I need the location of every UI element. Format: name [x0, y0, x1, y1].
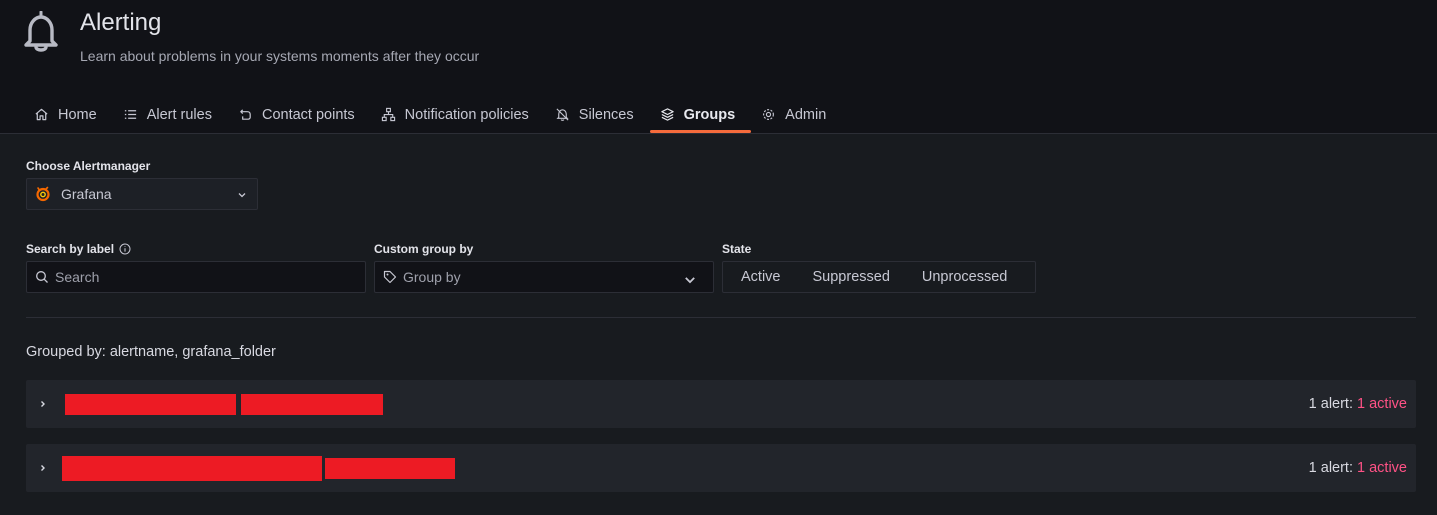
tab-label: Groups	[683, 106, 736, 123]
sitemap-icon	[381, 107, 395, 122]
bell-icon	[24, 11, 58, 52]
tab-silences[interactable]: Silences	[545, 96, 650, 133]
active-count: 1 active	[1357, 460, 1407, 476]
home-icon	[35, 108, 48, 121]
alertmanager-selected: Grafana	[61, 186, 112, 202]
list-icon	[124, 110, 136, 119]
group-by-placeholder: Group by	[403, 269, 461, 285]
info-circle-icon[interactable]	[119, 243, 131, 255]
redacted-label	[325, 458, 455, 479]
layer-group-icon	[660, 108, 674, 121]
alert-group-row[interactable]: 1 alert: 1 active	[26, 380, 1416, 428]
alert-count: 1 alert: 1 active	[1309, 396, 1407, 412]
group-by-select[interactable]: Group by	[374, 261, 714, 293]
group-by-label: Custom group by	[374, 242, 474, 256]
tab-label: Notification policies	[404, 106, 529, 123]
divider	[26, 317, 1416, 318]
state-active-option[interactable]: Active	[725, 262, 797, 292]
tab-label: Alert rules	[146, 106, 212, 123]
page-subtitle: Learn about problems in your systems mom…	[80, 48, 480, 64]
state-filter: Active Suppressed Unprocessed	[722, 261, 1036, 293]
tab-home[interactable]: Home	[24, 96, 113, 133]
chevron-right-icon[interactable]	[38, 462, 48, 474]
page-header: Alerting Learn about problems in your sy…	[0, 0, 1437, 133]
tab-contact-points[interactable]: Contact points	[228, 96, 371, 133]
chevron-down-icon	[238, 193, 246, 198]
search-placeholder: Search	[55, 269, 100, 285]
tab-label: Silences	[578, 106, 634, 123]
alert-count-text: 1 alert:	[1308, 460, 1358, 476]
search-icon	[36, 271, 48, 283]
redacted-label	[241, 394, 383, 415]
page-title: Alerting	[80, 9, 162, 36]
search-input[interactable]: Search	[26, 261, 366, 293]
alertmanager-label: Choose Alertmanager	[26, 159, 151, 173]
alertmanager-select[interactable]: Grafana	[26, 178, 258, 210]
redacted-label	[62, 456, 322, 481]
comment-alt-share-icon	[240, 109, 251, 120]
tab-label: Admin	[785, 106, 827, 123]
chevron-right-icon[interactable]	[38, 398, 48, 410]
alert-group-row[interactable]: 1 alert: 1 active	[26, 444, 1416, 492]
tab-alert-rules[interactable]: Alert rules	[113, 96, 228, 133]
search-label-text: Search by label	[26, 242, 115, 256]
cog-icon	[763, 109, 775, 120]
alert-count-text: 1 alert:	[1308, 396, 1358, 412]
state-label: State	[722, 242, 752, 256]
state-unprocessed-option[interactable]: Unprocessed	[906, 262, 1023, 292]
active-count: 1 active	[1357, 396, 1407, 412]
grafana-logo-icon	[36, 186, 50, 202]
alert-count: 1 alert: 1 active	[1309, 460, 1407, 476]
tab-groups[interactable]: Groups	[649, 96, 752, 133]
tag-icon	[383, 270, 397, 284]
groups-panel: Choose Alertmanager Grafana Search by la…	[0, 133, 1437, 515]
search-label: Search by label	[26, 242, 131, 256]
tab-notification-policies[interactable]: Notification policies	[371, 96, 545, 133]
chevron-down-icon	[685, 277, 695, 284]
bell-slash-icon	[556, 108, 569, 121]
tab-bar: Home Alert rules Contact points Notifica…	[24, 96, 842, 133]
tab-admin[interactable]: Admin	[751, 96, 842, 133]
grouped-by-text: Grouped by: alertname, grafana_folder	[26, 344, 276, 360]
tab-label: Contact points	[261, 106, 355, 123]
state-suppressed-option[interactable]: Suppressed	[797, 262, 906, 292]
redacted-label	[65, 394, 236, 415]
tab-label: Home	[58, 106, 97, 123]
